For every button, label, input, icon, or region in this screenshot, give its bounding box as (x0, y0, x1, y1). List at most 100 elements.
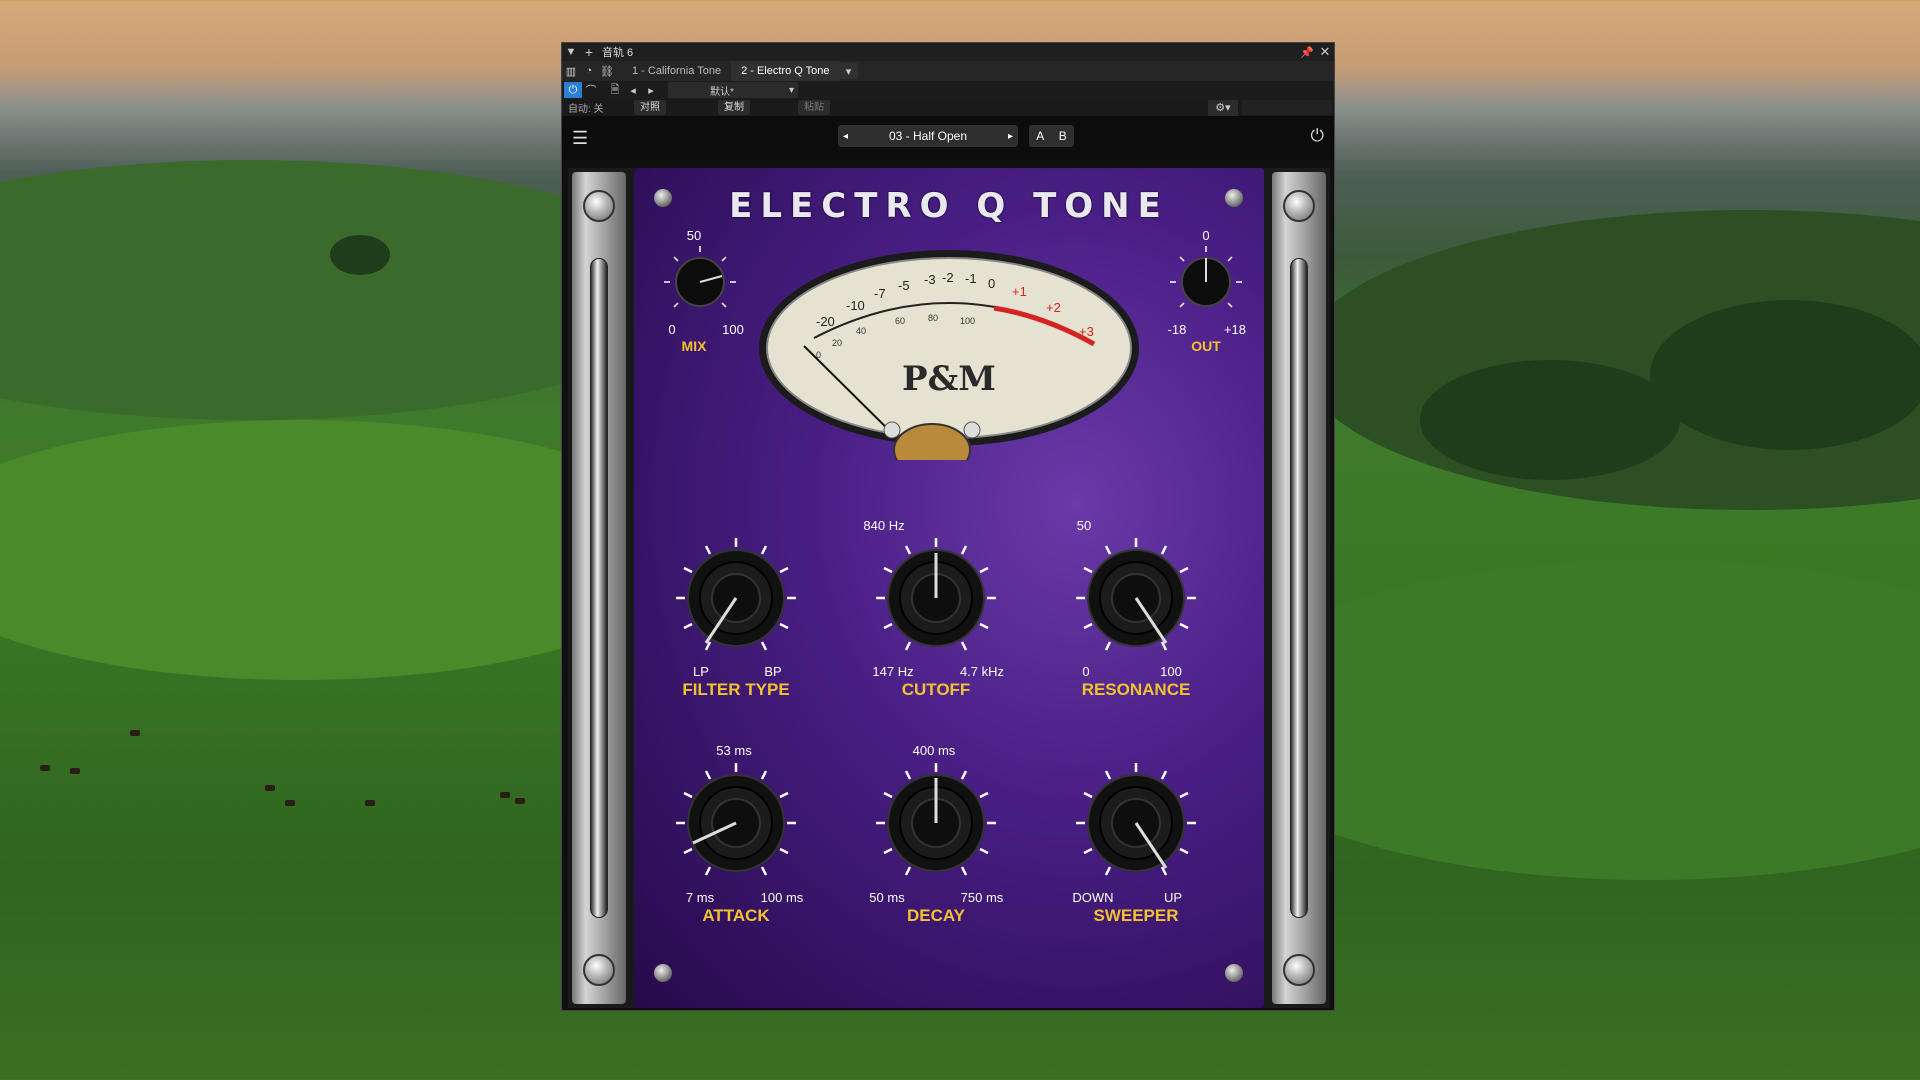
meter-tick-label: -10 (846, 298, 865, 313)
meter-tick-label: +3 (1079, 324, 1094, 339)
decay-max: 750 ms (960, 890, 1004, 905)
cutoff-max: 4.7 kHz (959, 664, 1005, 679)
decay-min: 50 ms (869, 890, 905, 905)
meter-tick-label: -2 (942, 270, 954, 285)
resonance-knob[interactable] (1071, 533, 1201, 663)
filter-type-label: FILTER TYPE (682, 680, 790, 699)
right-rack-ear (1272, 172, 1326, 1004)
meter-inner-label: 80 (928, 313, 938, 323)
rack-handle (1290, 258, 1308, 918)
bypass-power-icon[interactable]: ⏻ (1311, 126, 1324, 146)
resonance-min: 0 (1082, 664, 1090, 679)
preset-prev-icon[interactable]: ◂ (843, 131, 848, 142)
cutoff-top-value: 840 Hz (863, 518, 905, 533)
compare-button[interactable]: 对照 (634, 100, 666, 115)
rack-handle (590, 258, 608, 918)
filter-type-min: LP (693, 664, 709, 679)
attack-label: ATTACK (702, 906, 770, 925)
track-title: 音轨 6 (602, 47, 634, 59)
mix-min-value: 0 (668, 322, 676, 337)
screw-icon (583, 190, 615, 222)
tab-dropdown-icon[interactable]: ▾ (839, 63, 858, 79)
out-max-value: +18 (1223, 322, 1247, 337)
mix-top-value: 50 (686, 228, 702, 243)
filter-type-knob[interactable] (671, 533, 801, 663)
meter-inner-label: 20 (832, 338, 842, 348)
a-button[interactable]: A (1036, 129, 1044, 143)
add-icon[interactable]: + (580, 44, 598, 60)
paste-button[interactable]: 粘贴 (798, 100, 830, 115)
rack-icon[interactable]: ▥ (562, 63, 580, 79)
resonance-label: RESONANCE (1081, 680, 1191, 699)
attack-knob[interactable] (671, 758, 801, 888)
meter-tick-label: -7 (874, 286, 886, 301)
out-label: OUT (1191, 338, 1221, 354)
plugin-faceplate: ELECTRO Q TONE 50 0 100 MIX 0 -18 +18 OU… (634, 168, 1264, 1008)
resonance-max: 100 (1160, 664, 1182, 679)
meter-inner-label: 60 (895, 316, 905, 326)
settings-icon[interactable]: ⚙▾ (1208, 99, 1238, 116)
sweeper-label: SWEEPER (1093, 906, 1179, 925)
preset-selector[interactable]: ◂ 03 - Half Open ▸ (838, 125, 1018, 147)
control-bar: ⏻ ⌒ 🗎 ◂ ▸ 默认* ▾ (562, 81, 1334, 99)
preset-default-select[interactable]: 默认* ▾ (668, 82, 798, 98)
decay-label: DECAY (907, 906, 965, 925)
power-icon[interactable]: ⏻ (564, 82, 582, 98)
window-titlebar: ▼ + 音轨 6 📌 ✕ (562, 43, 1334, 61)
action-bar: 自动: 关 对照 复制 粘贴 ⚙▾ (562, 99, 1334, 116)
chevron-down-icon[interactable]: ▼ (562, 44, 580, 60)
sweeper-knob[interactable] (1071, 758, 1201, 888)
meter-inner-label: 100 (960, 316, 975, 326)
plugin-tabs-bar: ▥ ◔ ⛓ 1 - California Tone 2 - Electro Q … (562, 61, 1334, 81)
resonance-top-value: 50 (1076, 518, 1092, 533)
decay-knob[interactable] (871, 758, 1001, 888)
automation-icon[interactable]: ⌒ (582, 82, 600, 98)
attack-top-value: 53 ms (716, 743, 752, 758)
save-icon[interactable]: 🗎 (606, 82, 624, 98)
close-icon[interactable]: ✕ (1316, 44, 1334, 60)
brand-logo: P&M (902, 359, 996, 399)
left-rack-ear (572, 172, 626, 1004)
attack-max: 100 ms (760, 890, 804, 905)
meter-tick-label: -1 (965, 271, 977, 286)
preset-next-icon[interactable]: ▸ (1008, 131, 1013, 142)
routing-icon[interactable]: ⛓ (598, 63, 616, 79)
plugin-window: ▼ + 音轨 6 📌 ✕ ▥ ◔ ⛓ 1 - California Tone 2… (561, 42, 1335, 1011)
next-preset-icon[interactable]: ▸ (642, 82, 660, 98)
decay-top-value: 400 ms (912, 743, 956, 758)
meter-tick-label: 0 (988, 276, 995, 291)
preset-default-label: 默认* (710, 86, 734, 98)
tab-electro-q-tone[interactable]: 2 - Electro Q Tone (731, 61, 840, 81)
pin-icon[interactable]: 📌 (1298, 44, 1316, 60)
out-min-value: -18 (1167, 322, 1187, 337)
vu-meter: -20 -10 -7 -5 -3 -2 -1 0 +1 +2 +3 0 20 4… (759, 250, 1139, 460)
out-top-value: 0 (1202, 228, 1210, 243)
menu-icon[interactable]: ☰ (572, 128, 588, 149)
meter-tick-label: -5 (898, 278, 910, 293)
screw-icon (583, 954, 615, 986)
copy-button[interactable]: 复制 (718, 100, 750, 115)
dropdown-icon: ▾ (788, 84, 794, 96)
mix-label: MIX (681, 338, 707, 354)
meter-tick-label: +1 (1012, 284, 1027, 299)
sweeper-max: UP (1163, 890, 1183, 905)
screw-icon (1283, 954, 1315, 986)
cutoff-min: 147 Hz (872, 664, 914, 679)
preset-icon[interactable]: ◔ (580, 63, 598, 79)
out-knob[interactable] (1166, 242, 1246, 322)
attack-min: 7 ms (685, 890, 715, 905)
meter-tick-label: -3 (924, 272, 936, 287)
bolt-icon (1225, 964, 1243, 982)
cutoff-knob[interactable] (871, 533, 1001, 663)
bolt-icon (654, 964, 672, 982)
tab-california-tone[interactable]: 1 - California Tone (622, 61, 731, 81)
meter-tick-label: -20 (816, 314, 835, 329)
automation-status[interactable]: 自动: 关 (568, 100, 622, 115)
mix-knob[interactable] (660, 242, 740, 322)
prev-preset-icon[interactable]: ◂ (624, 82, 642, 98)
preset-name: 03 - Half Open (888, 129, 968, 143)
plugin-header: ☰ ◂ 03 - Half Open ▸ A B ⏻ (562, 116, 1334, 160)
meter-inner-label: 40 (856, 326, 866, 336)
cutoff-label: CUTOFF (901, 680, 971, 699)
b-button[interactable]: B (1059, 129, 1067, 143)
